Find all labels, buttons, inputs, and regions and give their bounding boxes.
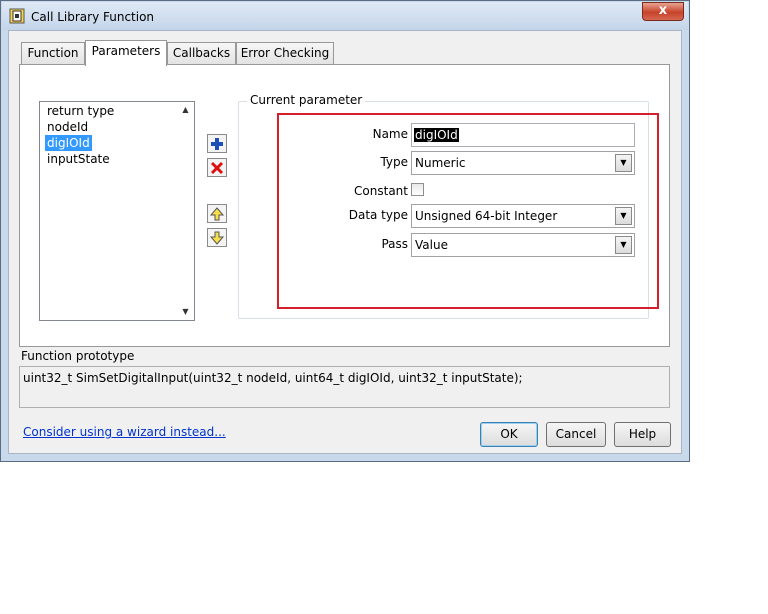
list-item[interactable]: return type xyxy=(45,103,116,119)
delete-x-icon xyxy=(210,161,224,175)
tab-function[interactable]: Function xyxy=(21,42,85,64)
help-button[interactable]: Help xyxy=(614,422,671,447)
group-label: Current parameter xyxy=(247,93,366,107)
close-button[interactable]: x xyxy=(642,2,684,21)
ok-button[interactable]: OK xyxy=(480,422,538,447)
highlight-annotation xyxy=(277,113,659,309)
scroll-down-arrow-icon[interactable]: ▼ xyxy=(180,307,191,316)
scroll-up-arrow-icon[interactable]: ▲ xyxy=(180,105,191,114)
tab-callbacks[interactable]: Callbacks xyxy=(167,42,236,64)
close-icon: x xyxy=(658,3,668,18)
list-item[interactable]: nodeId xyxy=(45,119,90,135)
add-parameter-button[interactable] xyxy=(207,134,227,153)
arrow-down-icon xyxy=(209,231,225,245)
move-down-button[interactable] xyxy=(207,228,227,247)
arrow-up-icon xyxy=(209,207,225,221)
list-item-selected[interactable]: digIOId xyxy=(45,135,92,151)
move-up-button[interactable] xyxy=(207,204,227,223)
list-scrollbar[interactable]: ▲ ▼ xyxy=(177,103,194,319)
list-item[interactable]: inputState xyxy=(45,151,112,167)
app-icon xyxy=(9,8,25,24)
wizard-link[interactable]: Consider using a wizard instead... xyxy=(23,425,226,439)
title-bar[interactable]: Call Library Function xyxy=(2,2,688,30)
tab-parameters[interactable]: Parameters xyxy=(85,40,167,66)
parameter-list[interactable]: return type nodeId digIOId inputState ▲ … xyxy=(39,101,195,321)
window-title: Call Library Function xyxy=(31,10,155,24)
plus-icon xyxy=(211,138,223,150)
prototype-box: uint32_t SimSetDigitalInput(uint32_t nod… xyxy=(19,366,670,408)
tab-error-checking[interactable]: Error Checking xyxy=(236,42,334,64)
prototype-label: Function prototype xyxy=(21,349,135,363)
remove-parameter-button[interactable] xyxy=(207,158,227,177)
cancel-button[interactable]: Cancel xyxy=(546,422,606,447)
prototype-text: uint32_t SimSetDigitalInput(uint32_t nod… xyxy=(23,371,523,385)
